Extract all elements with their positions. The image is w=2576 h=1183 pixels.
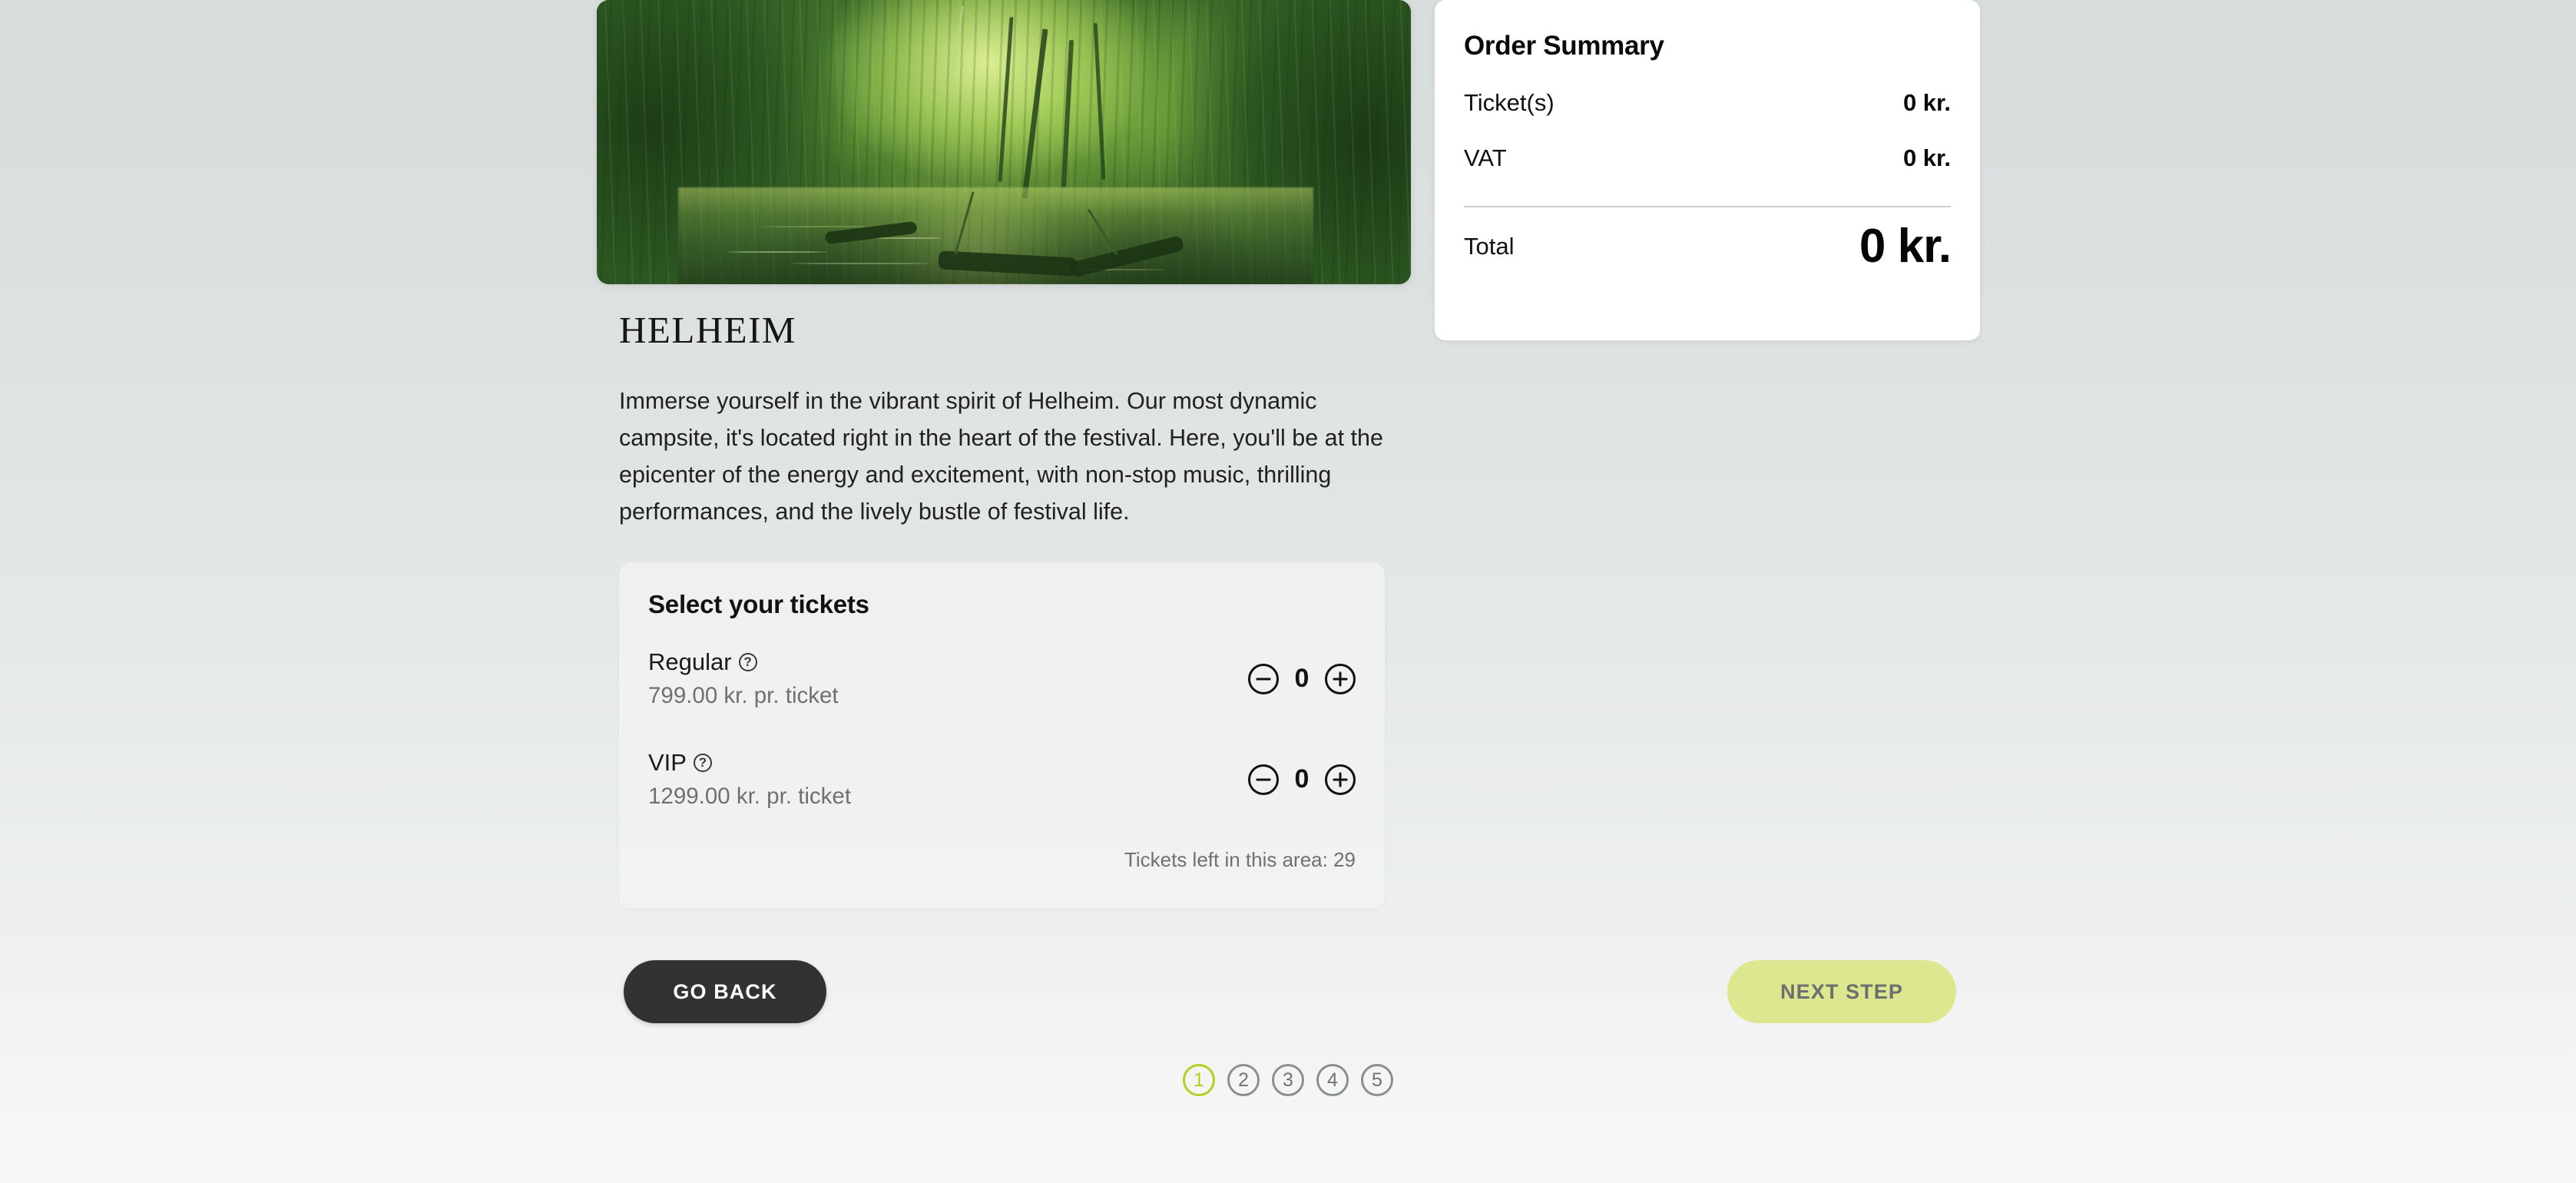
quantity-value-vip: 0 bbox=[1294, 764, 1310, 794]
ticket-selection-heading: Select your tickets bbox=[648, 590, 869, 618]
step-indicator-3[interactable]: 3 bbox=[1272, 1064, 1304, 1096]
quantity-value-regular: 0 bbox=[1294, 664, 1310, 694]
quantity-stepper-vip: 0 bbox=[1248, 764, 1356, 795]
summary-row-total: Total 0 kr. bbox=[1464, 220, 1952, 273]
hero-water-ripple bbox=[873, 237, 943, 239]
step-indicator-2[interactable]: 2 bbox=[1227, 1064, 1260, 1096]
area-description: Immerse yourself in the vibrant spirit o… bbox=[619, 388, 1383, 525]
help-icon[interactable]: ? bbox=[738, 652, 757, 671]
summary-tickets-value: 0 kr. bbox=[1902, 89, 1951, 116]
decrement-regular-button[interactable] bbox=[1248, 663, 1279, 694]
area-hero-image bbox=[597, 0, 1411, 284]
summary-total-label: Total bbox=[1464, 233, 1515, 260]
order-summary-title: Order Summary bbox=[1464, 31, 1664, 61]
ticket-type-label-regular: Regular bbox=[648, 648, 732, 675]
step-indicator-1[interactable]: 1 bbox=[1183, 1064, 1215, 1096]
increment-vip-button[interactable] bbox=[1325, 764, 1356, 795]
ticket-name-line-regular: Regular ? bbox=[648, 648, 839, 676]
step-indicator: 1 2 3 4 5 bbox=[0, 1064, 2576, 1096]
summary-row-vat: VAT 0 kr. bbox=[1464, 144, 1951, 172]
help-icon[interactable]: ? bbox=[693, 753, 712, 772]
next-step-button[interactable]: NEXT STEP bbox=[1727, 960, 1956, 1023]
step-indicator-5[interactable]: 5 bbox=[1361, 1064, 1393, 1096]
quantity-stepper-regular: 0 bbox=[1248, 663, 1356, 694]
ticket-row-regular: Regular ? 799.00 kr. pr. ticket 0 bbox=[648, 648, 1356, 709]
summary-total-value: 0 kr. bbox=[1859, 220, 1952, 273]
ticket-info-vip: VIP ? 1299.00 kr. pr. ticket bbox=[648, 749, 851, 810]
order-summary-card: Order Summary Ticket(s) 0 kr. VAT 0 kr. … bbox=[1435, 0, 1980, 340]
ticket-price-regular: 799.00 kr. pr. ticket bbox=[648, 682, 839, 708]
ticket-name-line-vip: VIP ? bbox=[648, 749, 851, 777]
step-indicator-4[interactable]: 4 bbox=[1316, 1064, 1349, 1096]
area-title: HELHEIM bbox=[619, 309, 796, 351]
go-back-button[interactable]: GO BACK bbox=[624, 960, 826, 1023]
ticket-selection-card: Select your tickets Regular ? 799.00 kr.… bbox=[619, 562, 1385, 909]
decrement-vip-button[interactable] bbox=[1248, 764, 1279, 795]
hero-water-ripple bbox=[760, 226, 875, 227]
ticket-info-regular: Regular ? 799.00 kr. pr. ticket bbox=[648, 648, 839, 709]
summary-vat-value: 0 kr. bbox=[1902, 144, 1951, 171]
summary-vat-label: VAT bbox=[1464, 144, 1507, 171]
checkout-page: HELHEIM Immerse yourself in the vibrant … bbox=[0, 0, 2576, 1183]
increment-regular-button[interactable] bbox=[1325, 663, 1356, 694]
summary-row-tickets: Ticket(s) 0 kr. bbox=[1464, 89, 1951, 117]
summary-divider bbox=[1464, 206, 1951, 207]
ticket-price-vip: 1299.00 kr. pr. ticket bbox=[648, 783, 852, 809]
ticket-type-label-vip: VIP bbox=[648, 749, 687, 777]
summary-tickets-label: Ticket(s) bbox=[1464, 89, 1555, 116]
ticket-row-vip: VIP ? 1299.00 kr. pr. ticket 0 bbox=[648, 749, 1356, 810]
tickets-left-label: Tickets left in this area: 29 bbox=[1124, 848, 1356, 871]
